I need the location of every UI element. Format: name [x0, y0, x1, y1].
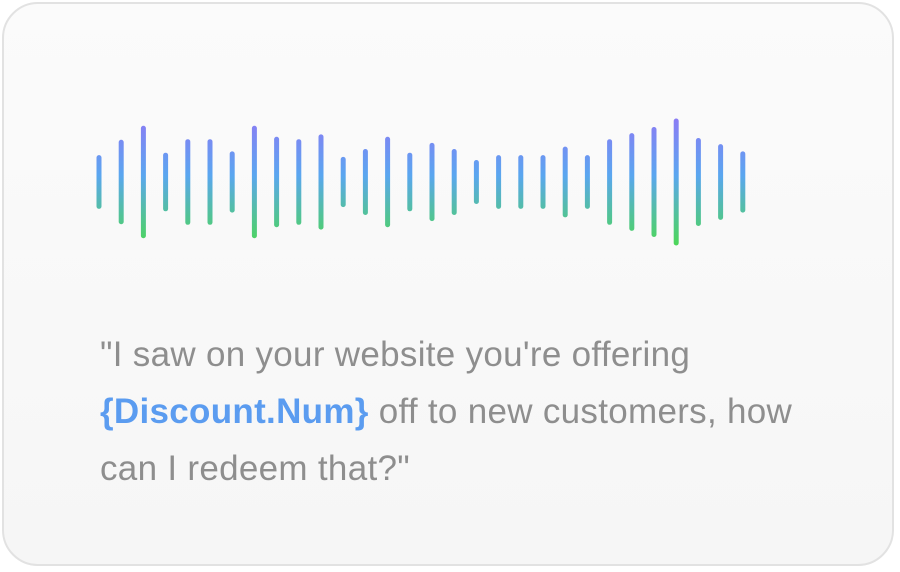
- transcript-card: "I saw on your website you're offering {…: [2, 2, 894, 566]
- waveform-bars: [96, 118, 746, 246]
- discount-variable: {Discount.Num}: [100, 392, 369, 431]
- transcript-text: "I saw on your website you're offering {…: [100, 326, 820, 497]
- audio-waveform: [96, 118, 746, 246]
- transcript-text-before: "I saw on your website you're offering: [100, 335, 691, 374]
